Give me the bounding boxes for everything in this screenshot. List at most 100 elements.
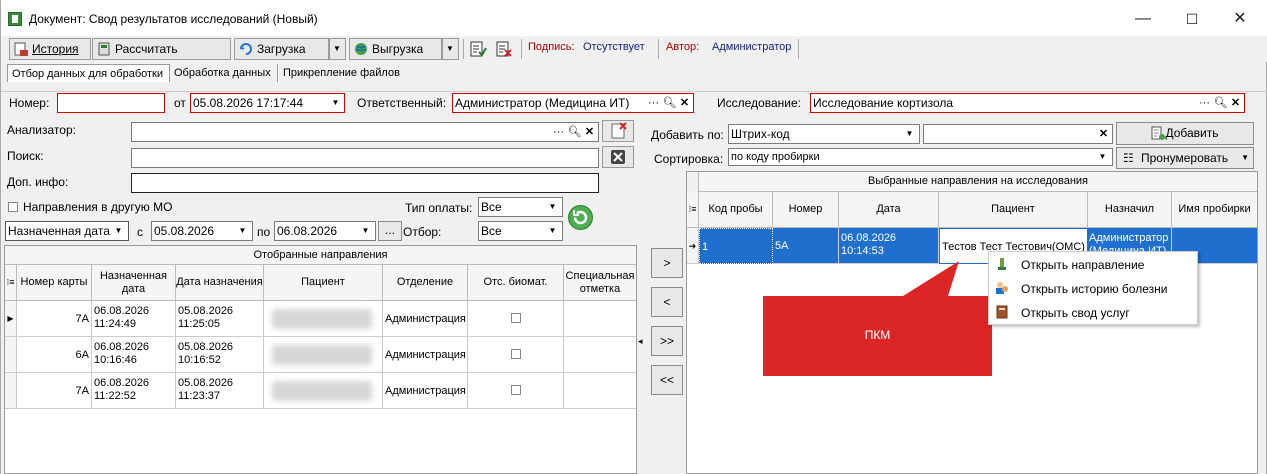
panel-splitter[interactable]: ◂: [638, 245, 646, 474]
row-special-mark[interactable]: [564, 301, 636, 337]
unload-dropdown-button[interactable]: ▼: [442, 38, 459, 60]
chevron-down-icon[interactable]: ▼: [358, 223, 373, 239]
row-department[interactable]: Администрация: [383, 301, 468, 337]
row-appointment-date[interactable]: 05.08.2026 10:16:52: [176, 337, 264, 373]
row-appointment-date[interactable]: 05.08.2026 11:25:05: [176, 301, 264, 337]
row-indicator[interactable]: [5, 373, 17, 409]
no-biomaterial-checkbox[interactable]: [511, 385, 521, 395]
row-patient-redacted[interactable]: [264, 301, 383, 337]
grid-menu-icon[interactable]: ⁝≡: [687, 192, 699, 228]
research-field[interactable]: Исследование кортизола ··· 🔍︎ ✕: [810, 93, 1245, 113]
no-biomaterial-checkbox[interactable]: [511, 313, 521, 323]
row-indicator[interactable]: ▶: [5, 301, 17, 337]
add-selected-button[interactable]: >: [651, 248, 683, 278]
chevron-down-icon[interactable]: ▼: [902, 126, 917, 142]
col-date[interactable]: Дата: [839, 192, 939, 228]
other-mo-checkbox[interactable]: [8, 202, 18, 212]
col-number[interactable]: Номер: [773, 192, 839, 228]
col-special-mark[interactable]: Специальная отметка: [564, 265, 636, 301]
menu-open-history[interactable]: Открыть историю болезни: [989, 277, 1197, 301]
chevron-down-icon[interactable]: ▼: [545, 223, 560, 239]
maximize-button[interactable]: ☐: [1177, 6, 1207, 32]
row-sample-code[interactable]: 1: [699, 228, 773, 264]
col-patient[interactable]: Пациент: [939, 192, 1088, 228]
extra-info-field[interactable]: [131, 173, 599, 193]
tab-data-selection[interactable]: Отбор данных для обработки: [7, 64, 170, 82]
chevron-down-icon[interactable]: ▼: [1241, 148, 1249, 168]
col-assigned-by[interactable]: Назначил: [1088, 192, 1172, 228]
col-card-number[interactable]: Номер карты: [17, 265, 92, 301]
ellipsis-icon[interactable]: ···: [646, 95, 661, 111]
ellipsis-icon[interactable]: ···: [551, 124, 566, 140]
row-patient-redacted[interactable]: [264, 373, 383, 409]
period-ellipsis-button[interactable]: ...: [378, 221, 402, 241]
clear-icon[interactable]: ✕: [677, 95, 692, 111]
chevron-down-icon[interactable]: ▼: [235, 223, 250, 239]
no-biomaterial-checkbox[interactable]: [511, 349, 521, 359]
document-date-field[interactable]: 05.08.2026 17:17:44 ▼: [190, 93, 345, 113]
remove-all-button[interactable]: <<: [651, 365, 683, 395]
search-icon[interactable]: 🔍︎: [567, 124, 582, 140]
col-tube-name[interactable]: Имя пробирки: [1172, 192, 1257, 228]
ellipsis-icon[interactable]: ···: [1197, 95, 1212, 111]
date-mode-select[interactable]: Назначенная дата ▼: [5, 221, 129, 241]
row-patient-redacted[interactable]: [264, 337, 383, 373]
row-card-number[interactable]: 6А: [17, 337, 92, 373]
number-field[interactable]: [57, 93, 165, 113]
sign-check-icon[interactable]: [469, 40, 487, 58]
col-patient[interactable]: Пациент: [264, 265, 383, 301]
calc-result-button[interactable]: Рассчитать результат: [92, 38, 231, 76]
clear-list-icon[interactable]: [602, 120, 634, 142]
refresh-icon[interactable]: [567, 204, 594, 231]
add-button[interactable]: Добавить: [1116, 122, 1254, 145]
row-card-number[interactable]: 7А: [17, 301, 92, 337]
col-appointment-date[interactable]: Дата назначения: [176, 265, 264, 301]
col-department[interactable]: Отделение: [383, 265, 468, 301]
row-appointment-date[interactable]: 05.08.2026 11:23:37: [176, 373, 264, 409]
row-card-number[interactable]: 7А: [17, 373, 92, 409]
remove-selected-button[interactable]: <: [651, 287, 683, 317]
row-special-mark[interactable]: [564, 373, 636, 409]
clear-icon[interactable]: ✕: [1096, 126, 1111, 142]
to-date-field[interactable]: 06.08.2026 ▼: [274, 221, 376, 241]
minimize-button[interactable]: —: [1128, 6, 1158, 32]
add-by-select[interactable]: Штрих-код ▼: [728, 124, 920, 144]
col-sample-code[interactable]: Код пробы: [699, 192, 773, 228]
unsign-icon[interactable]: [495, 40, 513, 58]
clear-icon[interactable]: ✕: [1228, 95, 1243, 111]
row-department[interactable]: Администрация: [383, 373, 468, 409]
pay-type-select[interactable]: Все ▼: [478, 197, 563, 217]
load-button[interactable]: Загрузка: [234, 38, 329, 60]
tab-attachments[interactable]: Прикрепление файлов: [279, 64, 404, 82]
row-assigned-date[interactable]: 06.08.2026 11:22:52: [92, 373, 176, 409]
history-button[interactable]: История: [9, 38, 91, 60]
chevron-down-icon[interactable]: ▼: [545, 199, 560, 215]
row-indicator[interactable]: [5, 337, 17, 373]
responsible-field[interactable]: Администратор (Медицина ИТ) ··· 🔍︎ ✕: [452, 93, 694, 113]
search-icon[interactable]: 🔍︎: [662, 95, 677, 111]
row-assigned-date[interactable]: 06.08.2026 10:16:46: [92, 337, 176, 373]
menu-open-direction[interactable]: Открыть направление: [989, 253, 1197, 277]
row-special-mark[interactable]: [564, 337, 636, 373]
analyzer-field[interactable]: ··· 🔍︎ ✕: [131, 122, 599, 142]
clear-icon[interactable]: ✕: [582, 124, 597, 140]
menu-open-services[interactable]: Открыть свод услуг: [989, 301, 1197, 325]
col-no-biomaterial[interactable]: Отс. биомат.: [468, 265, 564, 301]
splitter-arrow-icon[interactable]: ◂: [638, 336, 643, 347]
selection-select[interactable]: Все ▼: [478, 221, 563, 241]
load-dropdown-button[interactable]: ▼: [329, 38, 346, 60]
chevron-down-icon[interactable]: ▼: [1095, 149, 1110, 165]
from-date-field[interactable]: 05.08.2026 ▼: [151, 221, 253, 241]
chevron-down-icon[interactable]: ▼: [111, 223, 126, 239]
unload-button[interactable]: Выгрузка: [349, 38, 442, 60]
search-input[interactable]: [131, 148, 599, 168]
add-all-button[interactable]: >>: [651, 326, 683, 356]
row-indicator[interactable]: ➔: [687, 228, 699, 264]
close-button[interactable]: ✕: [1225, 6, 1255, 32]
clear-search-icon[interactable]: [602, 146, 634, 168]
number-button[interactable]: ☷ Пронумеровать ▼: [1116, 147, 1254, 169]
search-icon[interactable]: 🔍︎: [1213, 95, 1228, 111]
row-assigned-date[interactable]: 06.08.2026 11:24:49: [92, 301, 176, 337]
tab-data-processing[interactable]: Обработка данных: [170, 64, 278, 82]
grid-menu-icon[interactable]: ⁝≡: [5, 265, 17, 301]
